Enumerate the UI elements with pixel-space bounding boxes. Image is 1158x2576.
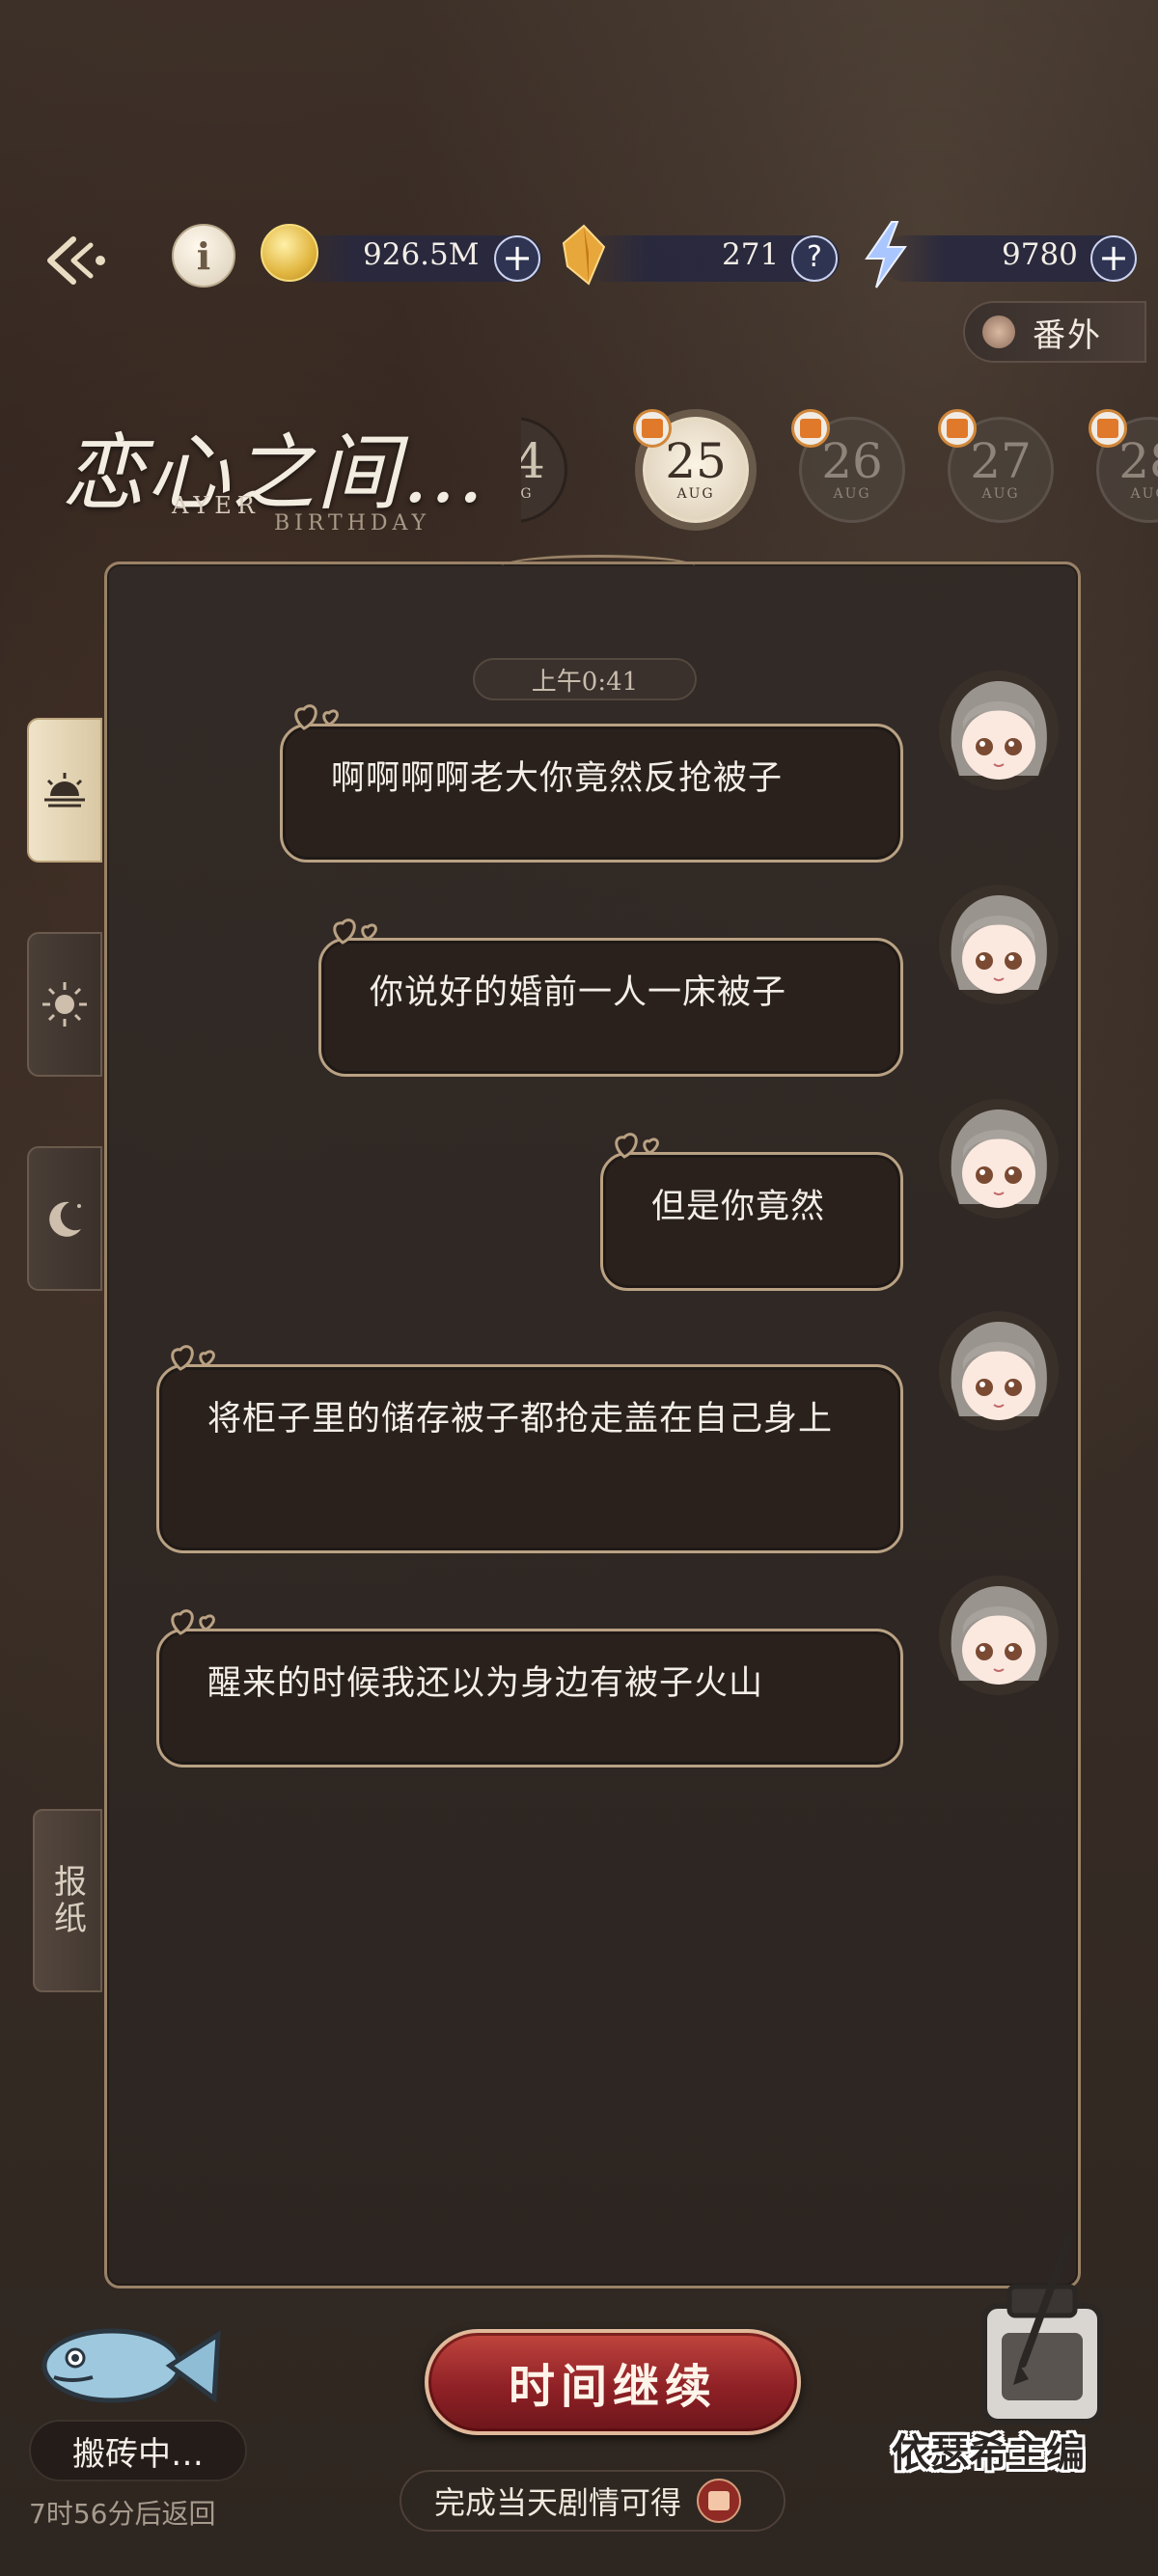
editor-label: 依瑟希主编 — [892, 2431, 1085, 2476]
heart-ornament-icon — [333, 918, 377, 945]
gift-icon — [791, 409, 830, 448]
moving-status: 搬砖中… — [29, 2420, 247, 2481]
chat-message: 啊啊啊啊老大你竟然反抢被子 — [280, 704, 903, 863]
add-gold-button[interactable]: + — [494, 235, 540, 282]
character-avatar[interactable] — [938, 1575, 1060, 1696]
event-subtitle-top: AYER — [172, 492, 261, 519]
gold-amount: 926.5M — [363, 237, 480, 272]
date-month: AUG — [521, 486, 534, 502]
crystal-help-button[interactable]: ? — [791, 235, 838, 282]
event-subtitle-bottom: BIRTHDAY — [274, 511, 431, 535]
crystal-amount: 271 — [722, 237, 780, 272]
character-avatar[interactable] — [938, 884, 1060, 1005]
message-text: 醒来的时候我还以为身边有被子火山 — [207, 1664, 764, 1703]
energy-amount: 9780 — [1002, 237, 1078, 272]
heart-ornament-icon — [171, 1609, 215, 1635]
heart-ornament-icon — [171, 1345, 215, 1371]
date-month: AUG — [981, 486, 1020, 502]
message-text: 你说好的婚前一人一床被子 — [370, 973, 787, 1012]
date-month: AUG — [1130, 486, 1158, 502]
gift-icon — [938, 409, 977, 448]
frame-ornament — [502, 555, 695, 578]
extra-episode-button[interactable]: 番外 — [963, 301, 1146, 363]
date-day: 28 — [1118, 433, 1158, 489]
reward-text: 完成当天剧情可得 — [434, 2484, 682, 2521]
chat-message: 醒来的时候我还以为身边有被子火山 — [156, 1609, 903, 1768]
tab-day[interactable] — [27, 932, 102, 1077]
date-selector: 24 AUG 25 AUG 26 AUG 27 AUG 28 AUG — [521, 386, 1158, 550]
crystal-icon — [562, 224, 606, 286]
extra-episode-label: 番外 — [1033, 315, 1102, 355]
chat-message: 你说好的婚前一人一床被子 — [318, 918, 903, 1077]
return-time: 7时56分后返回 — [29, 2498, 216, 2530]
message-text: 啊啊啊啊老大你竟然反抢被子 — [331, 759, 784, 798]
gold-coin-icon — [261, 224, 318, 282]
date-month: AUG — [676, 486, 715, 502]
date-day: 25 — [665, 433, 727, 489]
add-energy-button[interactable]: + — [1090, 235, 1137, 282]
event-title: 恋心之间… — [62, 425, 486, 522]
sun-icon — [42, 982, 87, 1027]
character-avatar[interactable] — [938, 670, 1060, 791]
chat-message: 但是你竟然 — [600, 1133, 903, 1291]
tab-dawn[interactable] — [27, 718, 102, 863]
date-day: 24 — [521, 433, 545, 489]
back-arrow-icon — [47, 236, 105, 285]
newspaper-tab[interactable]: 报纸 — [33, 1809, 102, 1992]
character-avatar[interactable] — [938, 1098, 1060, 1219]
heart-ornament-icon — [615, 1133, 659, 1159]
date-day: 27 — [970, 433, 1032, 489]
reward-hint: 完成当天剧情可得 — [400, 2470, 786, 2532]
date-24[interactable]: 24 AUG — [521, 417, 567, 523]
chat-message: 将柜子里的储存被子都抢走盖在自己身上 — [156, 1345, 903, 1553]
info-icon: i — [196, 233, 211, 278]
extra-episode-icon — [982, 315, 1015, 348]
message-text: 但是你竟然 — [651, 1188, 826, 1226]
message-text: 将柜子里的储存被子都抢走盖在自己身上 — [207, 1400, 834, 1439]
lightning-bolt-icon — [865, 221, 907, 288]
date-month: AUG — [833, 486, 871, 502]
tab-night[interactable] — [27, 1146, 102, 1291]
moon-icon — [49, 1201, 81, 1237]
gift-icon — [1089, 409, 1127, 448]
date-day: 26 — [821, 433, 883, 489]
back-button[interactable] — [37, 227, 114, 294]
gift-icon — [633, 409, 672, 448]
heart-ornament-icon — [294, 704, 339, 730]
message-timestamp: 上午0:41 — [473, 658, 697, 700]
character-avatar[interactable] — [938, 1310, 1060, 1432]
time-continue-button[interactable]: 时间继续 — [425, 2329, 801, 2435]
sunrise-icon — [44, 773, 85, 808]
gift-icon[interactable] — [697, 2479, 742, 2523]
info-button[interactable]: i — [172, 224, 235, 288]
